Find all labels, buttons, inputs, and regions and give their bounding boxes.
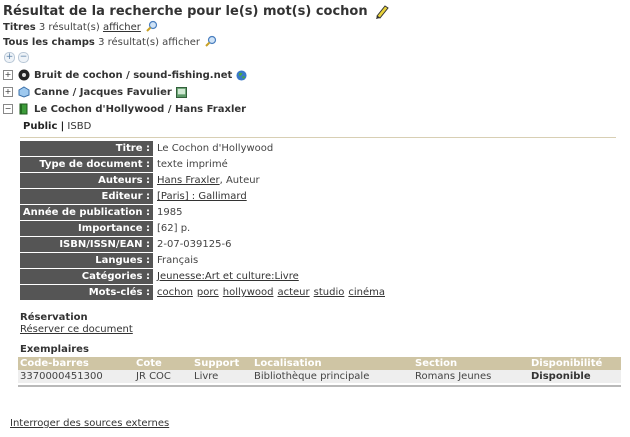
summary-titres-label: Titres <box>3 22 36 33</box>
record-field-row: Importance : [62] p. <box>20 221 389 236</box>
field-label: Importance : <box>20 221 153 236</box>
field-value-isbn: 2-07-039125-6 <box>157 239 232 250</box>
record-field-row: Année de publication : 1985 <box>20 205 389 220</box>
field-value-editeur: [Paris] : Gallimard <box>153 189 389 204</box>
book-icon <box>19 103 28 115</box>
result-row[interactable]: + Bruit de cochon / sound-fishing.net <box>3 68 247 82</box>
globe-icon <box>236 69 247 81</box>
cell-disponibilite: Disponible <box>529 370 621 383</box>
record-view-tabs: Public | ISBD <box>23 121 91 132</box>
field-value-auteurs: Hans Fraxler, Auteur <box>153 173 389 188</box>
collapse-all-button[interactable]: − <box>18 52 29 63</box>
page-title: Résultat de la recherche pour le(s) mot(… <box>3 3 368 19</box>
external-sources-link[interactable]: Interroger des sources externes <box>10 418 169 429</box>
record-field-row: Editeur : [Paris] : Gallimard <box>20 189 389 204</box>
field-value-langues: Français <box>157 255 199 266</box>
search-icon[interactable] <box>146 20 158 32</box>
cell-barcode: 3370000451300 <box>18 370 134 383</box>
reserve-document-link[interactable]: Réserver ce document <box>20 324 133 335</box>
column-header: Code-barres <box>18 357 134 370</box>
summary-tous-count: 3 résultat(s) afficher <box>98 37 201 48</box>
expand-all-button[interactable]: + <box>4 52 15 63</box>
copies-table-header: Code-barres Cote Support Localisation Se… <box>18 357 621 370</box>
cell-localisation: Bibliothèque principale <box>252 370 413 383</box>
record-field-row: Type de document : texte imprimé <box>20 157 389 172</box>
tab-separator: | <box>60 121 65 132</box>
field-label: Type de document : <box>20 157 153 172</box>
table-row: 3370000451300 JR COC Livre Bibliothèque … <box>18 370 621 383</box>
author-link[interactable]: Hans Fraxler <box>157 175 220 186</box>
result-row[interactable]: + Canne / Jacques Favulier <box>3 85 187 99</box>
column-header: Localisation <box>252 357 413 370</box>
field-value-importance: [62] p. <box>157 223 191 234</box>
field-label: Titre : <box>20 141 153 156</box>
keyword-link[interactable]: cinéma <box>348 287 385 298</box>
expand-toggle[interactable]: + <box>3 87 13 97</box>
copies-heading: Exemplaires <box>20 344 89 355</box>
field-label: Mots-clés : <box>20 285 153 300</box>
disc-icon <box>18 69 30 81</box>
edit-pencil-icon[interactable] <box>374 3 390 19</box>
copies-table: Code-barres Cote Support Localisation Se… <box>18 357 621 383</box>
summary-tous-champs: Tous les champs 3 résultat(s) afficher <box>3 35 217 48</box>
result-label[interactable]: Bruit de cochon / sound-fishing.net <box>34 70 232 81</box>
column-header: Section <box>413 357 529 370</box>
field-label: Catégories : <box>20 269 153 284</box>
field-label: ISBN/ISSN/EAN : <box>20 237 153 252</box>
result-label[interactable]: Le Cochon d'Hollywood / Hans Fraxler <box>34 104 246 115</box>
keyword-link[interactable]: studio <box>314 287 345 298</box>
keyword-link[interactable]: porc <box>197 287 219 298</box>
record-divider <box>20 137 616 138</box>
field-value-annee: 1985 <box>157 207 183 218</box>
expand-toggle[interactable]: + <box>3 70 13 80</box>
summary-tous-label: Tous les champs <box>3 37 95 48</box>
column-header: Disponibilité <box>529 357 621 370</box>
cell-cote: JR COC <box>134 370 192 383</box>
column-header: Cote <box>134 357 192 370</box>
record-field-row: Catégories : Jeunesse:Art et culture:Liv… <box>20 269 389 284</box>
summary-titres: Titres 3 résultat(s) afficher <box>3 20 158 33</box>
result-label[interactable]: Canne / Jacques Favulier <box>34 87 172 98</box>
copies-table-bottom-rule <box>18 385 621 387</box>
cell-section: Romans Jeunes <box>413 370 529 383</box>
record-detail-table: Titre : Le Cochon d'Hollywood Type de do… <box>20 140 389 301</box>
record-field-row: ISBN/ISSN/EAN : 2-07-039125-6 <box>20 237 389 252</box>
record-field-row: Titre : Le Cochon d'Hollywood <box>20 141 389 156</box>
reservation-heading: Réservation <box>20 312 88 323</box>
author-role: , Auteur <box>219 175 260 186</box>
summary-titres-count: 3 résultat(s) <box>38 22 100 33</box>
tab-isbd[interactable]: ISBD <box>67 121 91 132</box>
keyword-link[interactable]: hollywood <box>223 287 274 298</box>
cell-support: Livre <box>192 370 252 383</box>
record-field-row: Auteurs : Hans Fraxler, Auteur <box>20 173 389 188</box>
summary-titres-show-link[interactable]: afficher <box>103 22 141 33</box>
tab-public[interactable]: Public <box>23 121 57 132</box>
screen-icon <box>175 86 187 98</box>
publisher-link[interactable]: [Paris] : Gallimard <box>157 191 247 202</box>
keyword-link[interactable]: cochon <box>157 287 193 298</box>
field-label: Editeur : <box>20 189 153 204</box>
category-link[interactable]: Jeunesse:Art et culture:Livre <box>157 271 299 282</box>
object-icon <box>18 86 30 98</box>
search-icon[interactable] <box>205 35 217 47</box>
field-value-categories: Jeunesse:Art et culture:Livre <box>153 269 389 284</box>
results-title-row: Résultat de la recherche pour le(s) mot(… <box>3 2 390 20</box>
field-label: Année de publication : <box>20 205 153 220</box>
field-value-type: texte imprimé <box>157 159 228 170</box>
keyword-link[interactable]: acteur <box>277 287 309 298</box>
collapse-toggle[interactable]: − <box>3 104 13 114</box>
column-header: Support <box>192 357 252 370</box>
result-row-expanded[interactable]: − Le Cochon d'Hollywood / Hans Fraxler <box>3 102 246 116</box>
field-label: Auteurs : <box>20 173 153 188</box>
field-label: Langues : <box>20 253 153 268</box>
record-field-row: Mots-clés : cochon porc hollywood acteur stu… <box>20 285 389 300</box>
field-value-motscles: cochon porc hollywood acteur studio cinéma <box>153 285 389 300</box>
record-field-row: Langues : Français <box>20 253 389 268</box>
field-value-titre: Le Cochon d'Hollywood <box>157 143 274 154</box>
